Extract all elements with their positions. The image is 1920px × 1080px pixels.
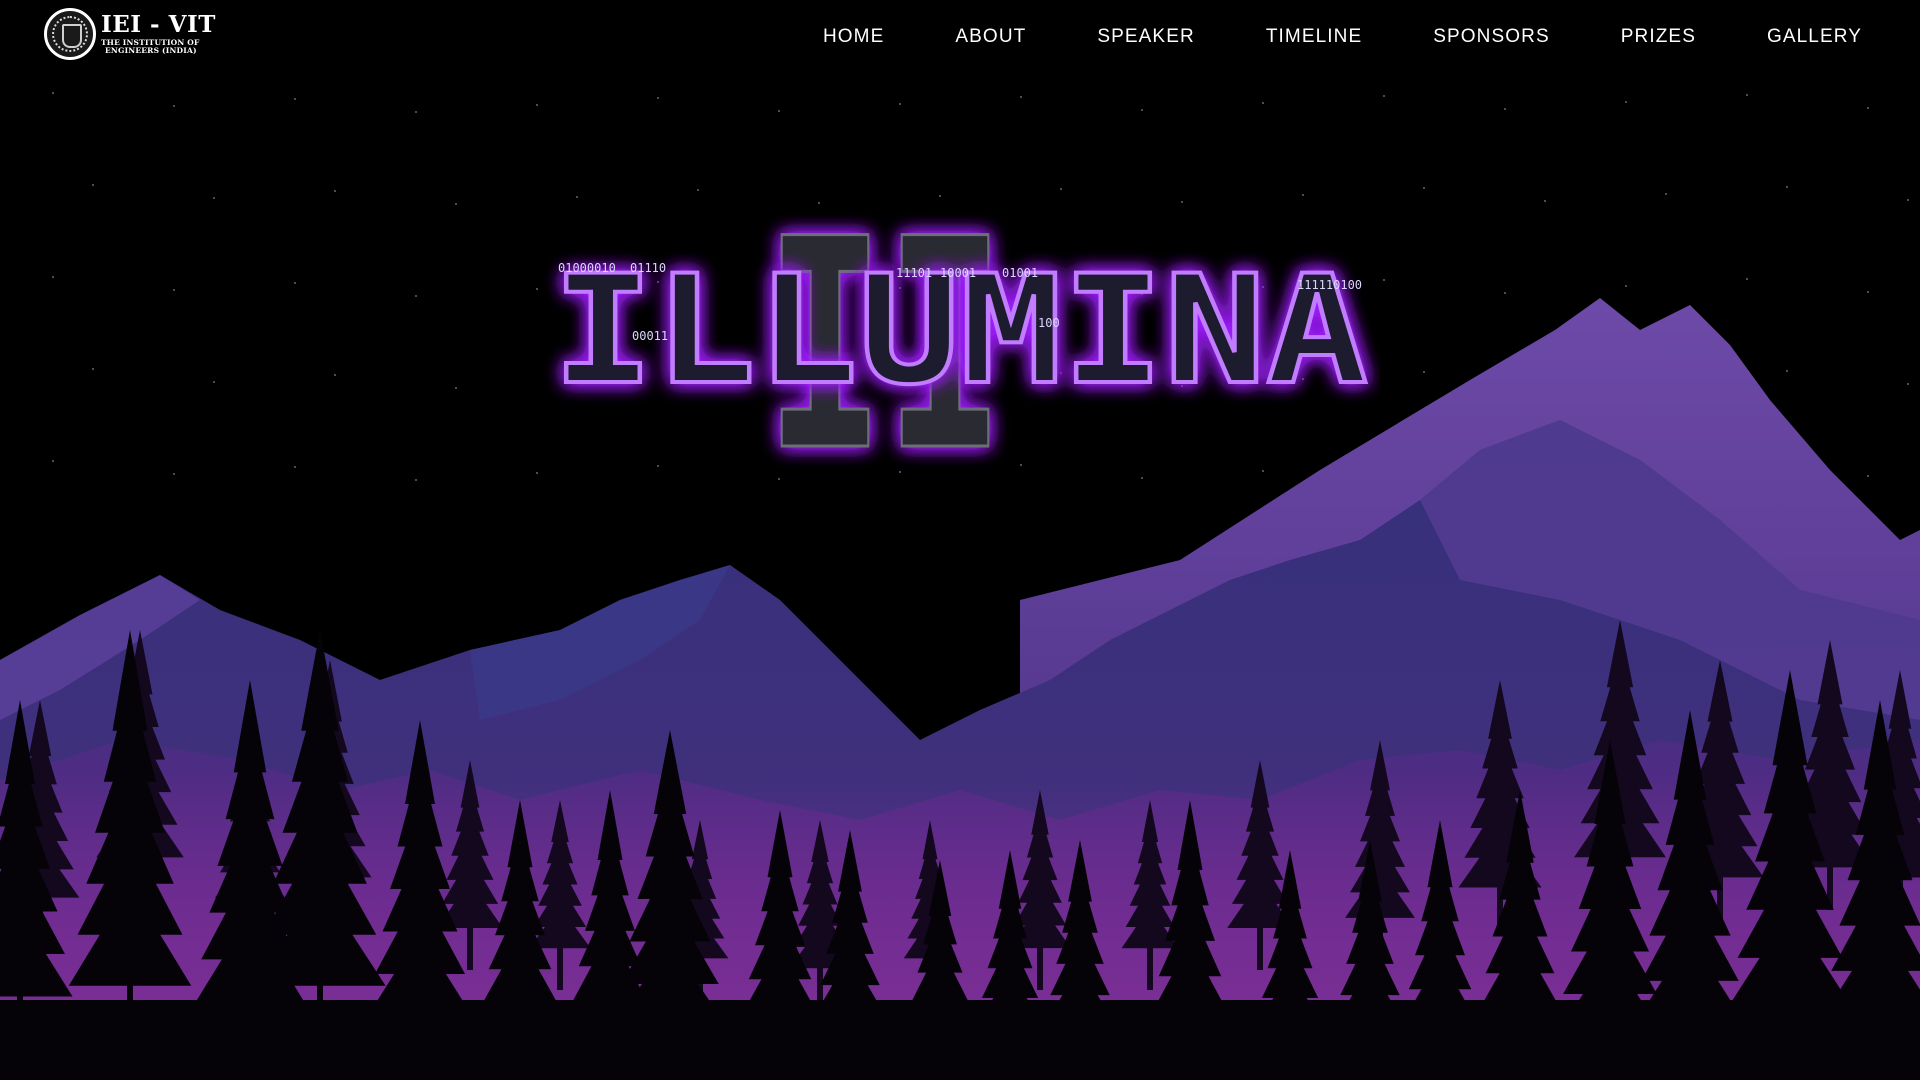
nav-link-prizes[interactable]: PRIZES — [1621, 26, 1696, 48]
nav-link-timeline[interactable]: TIMELINE — [1266, 26, 1362, 48]
hero-title-graphic: II ILLUMINA 01000010 01110 11101 10001 0… — [550, 180, 1370, 480]
binary-snippet: 10001 — [940, 266, 976, 280]
nav-link-sponsors[interactable]: SPONSORS — [1433, 26, 1550, 48]
iei-seal-icon — [44, 8, 96, 60]
binary-snippet: 00011 — [632, 329, 668, 343]
nav-link-speaker[interactable]: SPEAKER — [1097, 26, 1194, 48]
nav-link-home[interactable]: HOME — [823, 26, 884, 48]
logo-subtitle: THE INSTITUTION OF ENGINEERS (INDIA) — [101, 39, 216, 55]
binary-snippet: 01000010 — [558, 261, 616, 275]
logo-text: IEI - VIT THE INSTITUTION OF ENGINEERS (… — [101, 13, 216, 55]
nav-menu: HOME ABOUT SPEAKER TIMELINE SPONSORS PRI… — [823, 26, 1862, 48]
mountain-landscape — [0, 298, 1920, 1080]
iei-vit-logo[interactable]: IEI - VIT THE INSTITUTION OF ENGINEERS (… — [44, 8, 216, 60]
binary-snippet: 01001 — [1002, 266, 1038, 280]
nav-link-gallery[interactable]: GALLERY — [1767, 26, 1862, 48]
top-navbar: IEI - VIT THE INSTITUTION OF ENGINEERS (… — [0, 0, 1920, 76]
logo-title: IEI - VIT — [101, 11, 216, 38]
binary-snippet: 01110 — [630, 261, 666, 275]
binary-snippet: 100 — [1038, 316, 1060, 330]
nav-link-about[interactable]: ABOUT — [955, 26, 1026, 48]
logo-subtitle-line2: ENGINEERS (INDIA) — [105, 46, 197, 55]
binary-snippet: 11101 — [896, 266, 932, 280]
page-root: IEI - VIT THE INSTITUTION OF ENGINEERS (… — [0, 0, 1920, 1080]
hero-title: II ILLUMINA 01000010 01110 11101 10001 0… — [540, 180, 1380, 480]
binary-snippet: 111110100 — [1297, 278, 1362, 292]
